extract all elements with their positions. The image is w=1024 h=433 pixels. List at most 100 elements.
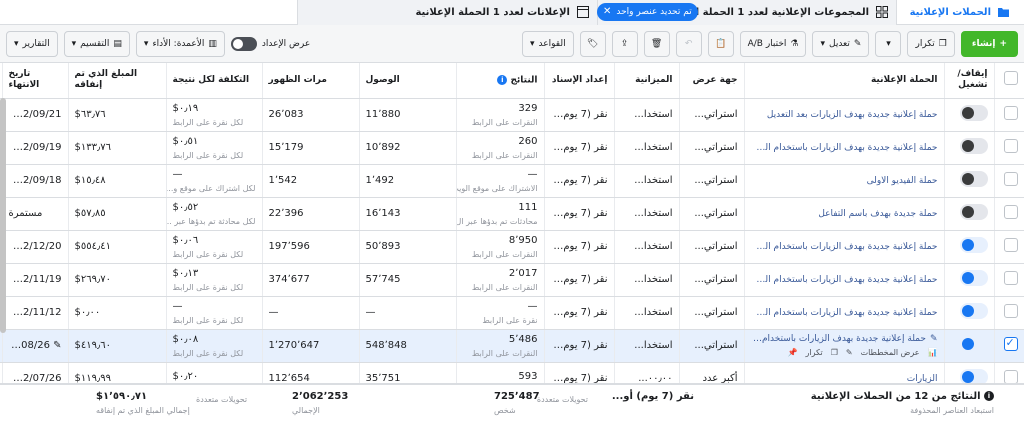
table-row[interactable]: الزيارات أكبر عدد٠٠٫٠٠...نقر (7 يوم) أو..…: [0, 362, 1024, 383]
vertical-scrollbar[interactable]: [0, 98, 6, 333]
row-checkbox-cell[interactable]: [994, 296, 1024, 330]
row-checkbox[interactable]: [1003, 205, 1018, 219]
pencil-icon[interactable]: ✎: [50, 340, 61, 351]
table-row[interactable]: حملة الفيديو الاولى استراتي... استخدا... نق…: [0, 164, 1024, 198]
row-checkbox[interactable]: [1003, 336, 1018, 351]
campaign-toggle[interactable]: [959, 270, 988, 286]
row-toggle-cell[interactable]: [944, 131, 995, 165]
col-attribution[interactable]: إعداد الإسناد: [544, 63, 615, 99]
undo-button[interactable]: ↶: [675, 30, 702, 57]
row-checkbox-cell[interactable]: [994, 197, 1024, 231]
rules-button[interactable]: القواعد ▾: [522, 30, 574, 57]
table-row[interactable]: حملة إعلانية جديدة بهدف الزيارات باستخدا…: [0, 230, 1024, 264]
campaign-name-link[interactable]: حملة إعلانية جديدة بهدف الزيارات بعد الت…: [767, 110, 938, 120]
delete-button[interactable]: 🗑: [643, 30, 670, 57]
table-row[interactable]: حملة إعلانية جديدة بهدف الزيارات بعد الت…: [0, 98, 1024, 132]
pin-icon[interactable]: 📌: [788, 348, 798, 357]
row-checkbox-cell[interactable]: [994, 164, 1024, 198]
row-checkbox[interactable]: [1003, 304, 1018, 318]
campaign-name[interactable]: حملة الفيديو الاولى: [751, 176, 938, 186]
view-setup-switch[interactable]: [230, 36, 257, 51]
create-button[interactable]: + إنشاء: [960, 30, 1018, 57]
columns-button[interactable]: ▥ الأعمدة: الأداء ▾: [135, 30, 225, 57]
row-checkbox[interactable]: [1003, 172, 1018, 186]
reports-button[interactable]: التقارير ▾: [6, 30, 58, 57]
export-button[interactable]: ⇪: [611, 30, 638, 57]
row-checkbox[interactable]: [1003, 238, 1018, 252]
campaign-name[interactable]: ✎ حملة إعلانية جديدة بهدف الزيارات باستخد…: [751, 334, 938, 344]
clipboard-button[interactable]: 📋: [707, 30, 734, 57]
campaign-name[interactable]: الزيارات: [751, 374, 938, 384]
view-charts-link[interactable]: عرض المخططات: [861, 348, 920, 357]
campaign-name-link[interactable]: الزيارات: [907, 374, 938, 384]
campaign-toggle[interactable]: [959, 237, 988, 253]
row-toggle-cell[interactable]: [944, 263, 995, 297]
campaign-toggle[interactable]: [959, 369, 988, 383]
tag-button[interactable]: 🏷: [579, 30, 606, 57]
campaign-name-link[interactable]: حملة الفيديو الاولى: [867, 176, 938, 186]
col-campaign[interactable]: الحملة الإعلانية: [744, 63, 945, 99]
col-budget[interactable]: الميزانية: [614, 63, 680, 99]
row-checkbox[interactable]: [1003, 271, 1018, 285]
chart-icon[interactable]: 📊: [928, 348, 938, 357]
campaign-name-link[interactable]: حملة إعلانية جديدة بهدف الزيارات باستخدا…: [751, 308, 938, 318]
duplicate-dropdown[interactable]: ▾: [875, 30, 902, 57]
duplicate-link[interactable]: تكرار: [806, 348, 823, 357]
row-checkbox-cell[interactable]: [994, 230, 1024, 264]
row-toggle-cell[interactable]: [944, 197, 995, 231]
pencil-icon[interactable]: ✎: [930, 334, 938, 344]
campaign-name[interactable]: حملة إعلانية جديدة بهدف الزيارات باستخدا…: [751, 275, 938, 285]
row-toggle-cell[interactable]: [944, 296, 995, 330]
campaign-name-link[interactable]: حملة إعلانية جديدة بهدف الزيارات باستخدا…: [751, 275, 938, 285]
col-reach[interactable]: الوصول: [359, 63, 457, 99]
add-column-cell[interactable]: [0, 63, 3, 99]
campaign-name[interactable]: حملة إعلانية جديدة بهدف الزيارات باستخدا…: [751, 143, 938, 153]
row-toggle-cell[interactable]: [944, 329, 995, 363]
campaign-name[interactable]: حملة إعلانية جديدة بهدف الزيارات بعد الت…: [751, 110, 938, 120]
selection-pill[interactable]: تم تحديد عنصر واحد ✕: [597, 2, 698, 21]
row-checkbox-cell[interactable]: [994, 131, 1024, 165]
col-onoff[interactable]: إيقاف/ تشغيل: [944, 63, 995, 99]
row-checkbox[interactable]: [1003, 106, 1018, 120]
row-toggle-cell[interactable]: [944, 164, 995, 198]
table-row[interactable]: حملة إعلانية جديدة بهدف الزيارات باستخدا…: [0, 263, 1024, 297]
col-cost-per-result[interactable]: التكلفة لكل نتيجة: [166, 63, 263, 99]
campaign-name[interactable]: حملة إعلانية جديدة بهدف الزيارات باستخدا…: [751, 308, 938, 318]
campaign-name[interactable]: حملة جديدة بهدف باسم التفاعل: [751, 209, 937, 219]
tab-ads[interactable]: الإعلانات لعدد 1 الحملة الإعلانية: [297, 0, 597, 25]
campaign-toggle[interactable]: [959, 204, 988, 220]
info-icon[interactable]: i: [984, 391, 994, 401]
col-ends[interactable]: تاريخ الانتهاء: [2, 63, 69, 99]
table-row[interactable]: حملة جديدة بهدف باسم التفاعل استراتي... اس…: [0, 197, 1024, 231]
campaign-name-link[interactable]: حملة جديدة بهدف باسم التفاعل: [818, 209, 937, 219]
duplicate-button[interactable]: ❐ تكرار: [907, 30, 955, 57]
edit-button[interactable]: ✎ تعديل ▾: [812, 30, 870, 57]
row-toggle-cell[interactable]: [944, 230, 995, 264]
copy-icon[interactable]: ❐: [831, 348, 838, 357]
campaign-toggle[interactable]: [959, 138, 988, 154]
breakdown-button[interactable]: ▤ التقسيم ▾: [63, 30, 130, 57]
select-all-checkbox[interactable]: [1003, 71, 1018, 86]
table-row[interactable]: ✎ حملة إعلانية جديدة بهدف الزيارات باستخد…: [0, 329, 1024, 363]
campaign-name-link[interactable]: حملة إعلانية جديدة بهدف الزيارات باستخدا…: [751, 334, 926, 344]
row-checkbox-cell[interactable]: [994, 329, 1024, 363]
table-row[interactable]: حملة إعلانية جديدة بهدف الزيارات باستخدا…: [0, 296, 1024, 330]
col-delivery[interactable]: جهة عرض: [679, 63, 745, 99]
campaign-toggle[interactable]: [959, 303, 988, 319]
col-results[interactable]: النتائج i: [456, 63, 545, 99]
campaign-toggle[interactable]: [959, 336, 988, 352]
row-checkbox-cell[interactable]: [994, 98, 1024, 132]
row-checkbox-cell[interactable]: [994, 263, 1024, 297]
table-row[interactable]: حملة إعلانية جديدة بهدف الزيارات باستخدا…: [0, 131, 1024, 165]
ab-test-button[interactable]: ⚗ اختبار A/B: [739, 30, 807, 57]
campaign-name-link[interactable]: حملة إعلانية جديدة بهدف الزيارات باستخدا…: [751, 242, 938, 252]
col-amount-spent[interactable]: المبلغ الذي تم إنفاقه: [68, 63, 167, 99]
select-all-cell[interactable]: [994, 63, 1024, 99]
row-toggle-cell[interactable]: [944, 98, 995, 132]
campaign-name[interactable]: حملة إعلانية جديدة بهدف الزيارات باستخدا…: [751, 242, 938, 252]
tab-adsets[interactable]: المجموعات الإعلانية لعدد 1 الحملة الإعلا…: [597, 0, 897, 25]
row-checkbox[interactable]: [1003, 370, 1018, 383]
row-checkbox[interactable]: [1003, 139, 1018, 153]
row-toggle-cell[interactable]: [944, 362, 995, 383]
tab-campaigns[interactable]: الحملات الإعلانية: [897, 0, 1024, 25]
